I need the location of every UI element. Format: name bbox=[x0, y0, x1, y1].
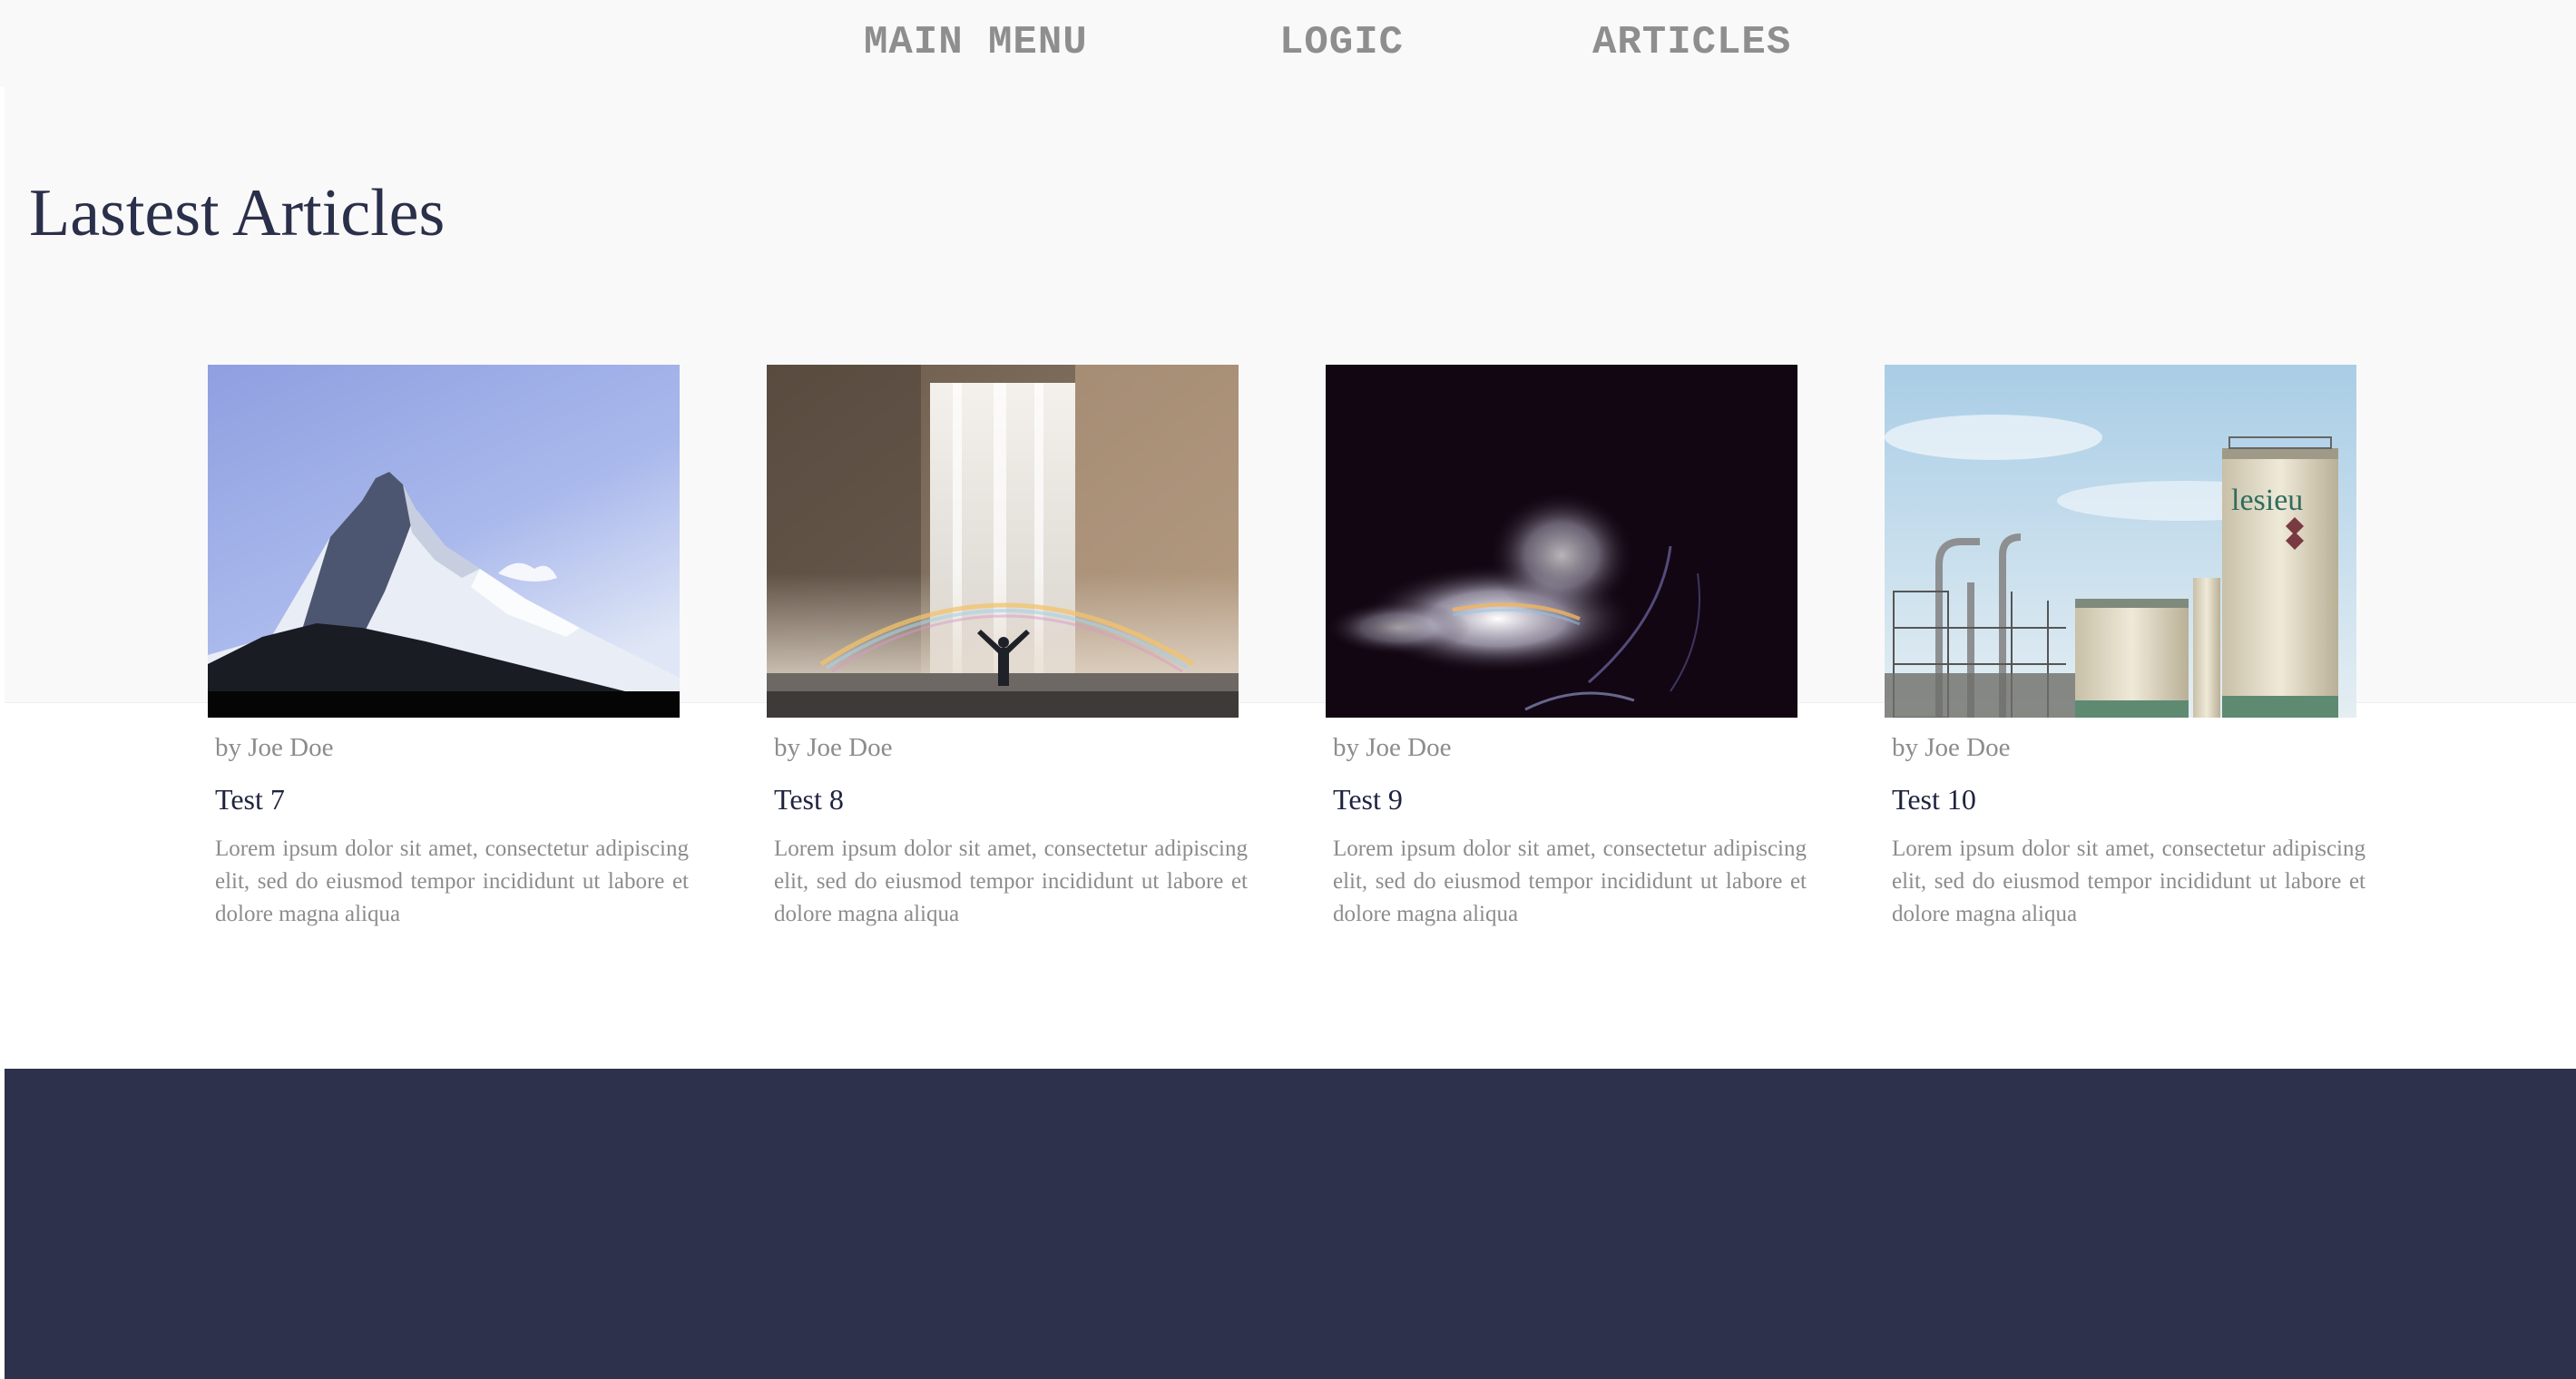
page-title: Lastest Articles bbox=[29, 176, 446, 250]
article-image-smoke-silhouette[interactable] bbox=[1326, 365, 1797, 718]
article-author: by Joe Doe bbox=[1892, 733, 2011, 762]
article-excerpt: Lorem ipsum dolor sit amet, consectetur … bbox=[774, 836, 1248, 926]
page-footer bbox=[5, 1069, 2576, 1379]
article-image-mountain[interactable] bbox=[208, 365, 680, 718]
article-excerpt: Lorem ipsum dolor sit amet, consectetur … bbox=[1333, 836, 1807, 926]
article-title[interactable]: Test 7 bbox=[215, 783, 285, 817]
article-image-waterfall[interactable] bbox=[767, 365, 1239, 718]
silo-sign-text: lesieu bbox=[2231, 484, 2303, 517]
article-title[interactable]: Test 9 bbox=[1333, 783, 1403, 817]
article-title[interactable]: Test 10 bbox=[1892, 783, 1976, 817]
nav-link-logic[interactable]: LOGIC bbox=[1279, 20, 1404, 65]
article-excerpt: Lorem ipsum dolor sit amet, consectetur … bbox=[1892, 836, 2365, 926]
article-image-industrial-plant[interactable]: lesieu bbox=[1885, 365, 2356, 718]
article-excerpt: Lorem ipsum dolor sit amet, consectetur … bbox=[215, 836, 689, 926]
nav-link-main-menu[interactable]: MAIN MENU bbox=[864, 20, 1088, 65]
article-title[interactable]: Test 8 bbox=[774, 783, 844, 817]
nav-link-articles[interactable]: ARTICLES bbox=[1592, 20, 1791, 65]
article-author: by Joe Doe bbox=[215, 733, 334, 762]
top-navigation: MAIN MENU LOGIC ARTICLES bbox=[0, 0, 2576, 87]
article-author: by Joe Doe bbox=[774, 733, 893, 762]
article-author: by Joe Doe bbox=[1333, 733, 1452, 762]
